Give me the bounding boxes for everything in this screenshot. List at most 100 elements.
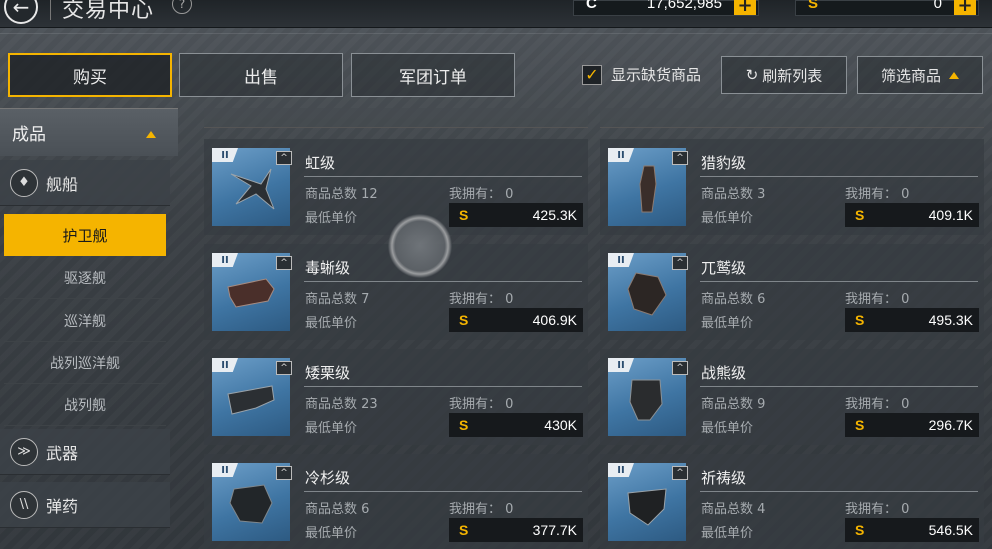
item-name: 毒蜥级: [305, 259, 351, 277]
item-name: 矮栗级: [305, 364, 351, 382]
category-label: 成品: [12, 125, 46, 145]
tab-legion-orders[interactable]: 军团订单: [351, 53, 515, 97]
price-box: S 377.7K: [449, 518, 583, 542]
item-card[interactable]: II ^ 猎豹级 商品总数 3 我拥有： 0 最低单价 S 409.1K: [600, 139, 984, 235]
item-card[interactable]: II ^ 冷杉级 商品总数 6 我拥有： 0 最低单价 S 377.7K: [204, 454, 588, 549]
tier-badge: II: [608, 463, 634, 477]
sidebar-item-battleship[interactable]: 战列舰: [4, 384, 166, 426]
credits-value: 17,652,985: [646, 0, 722, 12]
item-total-count: 商品总数 4: [701, 502, 766, 517]
ship-icon: [627, 272, 667, 316]
ship-icon: [627, 488, 667, 526]
category-header[interactable]: 成品: [0, 108, 178, 156]
item-price: 409.1K: [928, 207, 973, 223]
checkmark-icon: ✓: [585, 65, 599, 84]
filter-items-button[interactable]: 筛选商品: [857, 56, 983, 94]
price-box: S 546.5K: [845, 518, 979, 542]
divider: [304, 176, 582, 177]
item-total-count: 商品总数 3: [701, 187, 766, 202]
expand-caret-icon[interactable]: ^: [672, 466, 688, 480]
currency-icon: S: [459, 522, 469, 538]
divider: [304, 281, 582, 282]
price-box: S 296.7K: [845, 413, 979, 437]
expand-caret-icon[interactable]: ^: [672, 256, 688, 270]
section-label: 弹药: [46, 496, 79, 516]
expand-caret-icon[interactable]: ^: [276, 466, 292, 480]
section-label: 舰船: [46, 174, 79, 194]
currency-icon: S: [459, 312, 469, 328]
tier-badge: II: [212, 463, 238, 477]
add-credits-button[interactable]: +: [734, 0, 756, 16]
item-total-count: 商品总数 12: [305, 187, 378, 202]
ship-icon: [629, 379, 663, 421]
item-card[interactable]: II ^ 虹级 商品总数 12 我拥有： 0 最低单价 S 425.3K: [204, 139, 588, 235]
item-price: 430K: [544, 417, 577, 433]
credits-icon: C: [586, 0, 597, 12]
item-card[interactable]: II ^ 祈祷级 商品总数 4 我拥有： 0 最低单价 S 546.5K: [600, 454, 984, 549]
refresh-list-button[interactable]: ↻ 刷新列表: [721, 56, 847, 94]
tab-sell[interactable]: 出售: [179, 53, 343, 97]
tier-badge: II: [212, 148, 238, 162]
item-name: 猎豹级: [701, 154, 747, 172]
sidebar-section-weapons[interactable]: ≫ 武器: [0, 429, 170, 475]
partial-card: [204, 108, 588, 128]
price-box: S 495.3K: [845, 308, 979, 332]
item-price: 495.3K: [928, 312, 973, 328]
item-card[interactable]: II ^ 矮栗级 商品总数 23 我拥有： 0 最低单价 S 430K: [204, 349, 588, 445]
ship-icon: [227, 278, 275, 308]
show-out-of-stock-toggle[interactable]: ✓ 显示缺货商品: [582, 64, 701, 85]
currency-icon: S: [855, 207, 865, 223]
item-name: 虹级: [305, 154, 336, 172]
tab-buy[interactable]: 购买: [8, 53, 172, 97]
partial-card: [600, 108, 984, 128]
item-total-count: 商品总数 23: [305, 397, 378, 412]
item-card[interactable]: II ^ 战熊级 商品总数 9 我拥有： 0 最低单价 S 296.7K: [600, 349, 984, 445]
credits-balance: C 17,652,985 +: [573, 0, 759, 16]
special-currency-icon: S: [808, 0, 819, 12]
currency-icon: S: [855, 417, 865, 433]
expand-caret-icon[interactable]: ^: [672, 361, 688, 375]
expand-caret-icon[interactable]: ^: [276, 361, 292, 375]
expand-caret-icon[interactable]: ^: [276, 151, 292, 165]
back-arrow-icon[interactable]: ←: [4, 0, 38, 24]
currency-icon: S: [855, 312, 865, 328]
item-card[interactable]: II ^ 兀鹫级 商品总数 6 我拥有： 0 最低单价 S 495.3K: [600, 244, 984, 340]
checkbox[interactable]: ✓: [582, 64, 602, 85]
help-icon[interactable]: ?: [172, 0, 192, 14]
currency-icon: S: [459, 417, 469, 433]
item-name: 兀鹫级: [701, 259, 747, 277]
divider: [700, 281, 978, 282]
min-price-label: 最低单价: [305, 526, 358, 541]
tier-badge: II: [608, 148, 634, 162]
item-name: 战熊级: [701, 364, 747, 382]
add-special-currency-button[interactable]: +: [954, 0, 976, 16]
min-price-label: 最低单价: [305, 421, 358, 436]
sidebar-item-battlecruiser[interactable]: 战列巡洋舰: [4, 342, 166, 384]
sidebar-section-ships[interactable]: ♦ 舰船: [0, 160, 170, 206]
item-price: 406.9K: [532, 312, 577, 328]
checkbox-label: 显示缺货商品: [611, 66, 702, 84]
item-owned-count: 我拥有： 0: [845, 292, 910, 307]
touch-indicator: [388, 214, 452, 278]
sidebar-item-frigate[interactable]: 护卫舰: [4, 214, 166, 256]
sidebar-item-cruiser[interactable]: 巡洋舰: [4, 300, 166, 342]
item-total-count: 商品总数 9: [701, 397, 766, 412]
filter-label: 筛选商品: [880, 66, 941, 85]
special-currency-balance: S 0 +: [795, 0, 979, 16]
min-price-label: 最低单价: [305, 316, 358, 331]
min-price-label: 最低单价: [701, 316, 754, 331]
ship-icon: [639, 165, 657, 213]
sidebar-item-destroyer[interactable]: 驱逐舰: [4, 257, 166, 299]
tier-badge: II: [608, 253, 634, 267]
item-price: 296.7K: [928, 417, 973, 433]
top-bar: ← 交易中心 ? C 17,652,985 + S 0 +: [0, 0, 992, 28]
item-owned-count: 我拥有： 0: [845, 187, 910, 202]
item-owned-count: 我拥有： 0: [449, 292, 514, 307]
weapon-icon: ≫: [10, 437, 38, 466]
expand-caret-icon[interactable]: ^: [276, 256, 292, 270]
ship-icon: ♦: [10, 168, 38, 197]
item-price: 425.3K: [532, 207, 577, 223]
sidebar-section-ammo[interactable]: \\ 弹药: [0, 482, 170, 528]
ammo-icon: \\: [10, 490, 38, 519]
expand-caret-icon[interactable]: ^: [672, 151, 688, 165]
